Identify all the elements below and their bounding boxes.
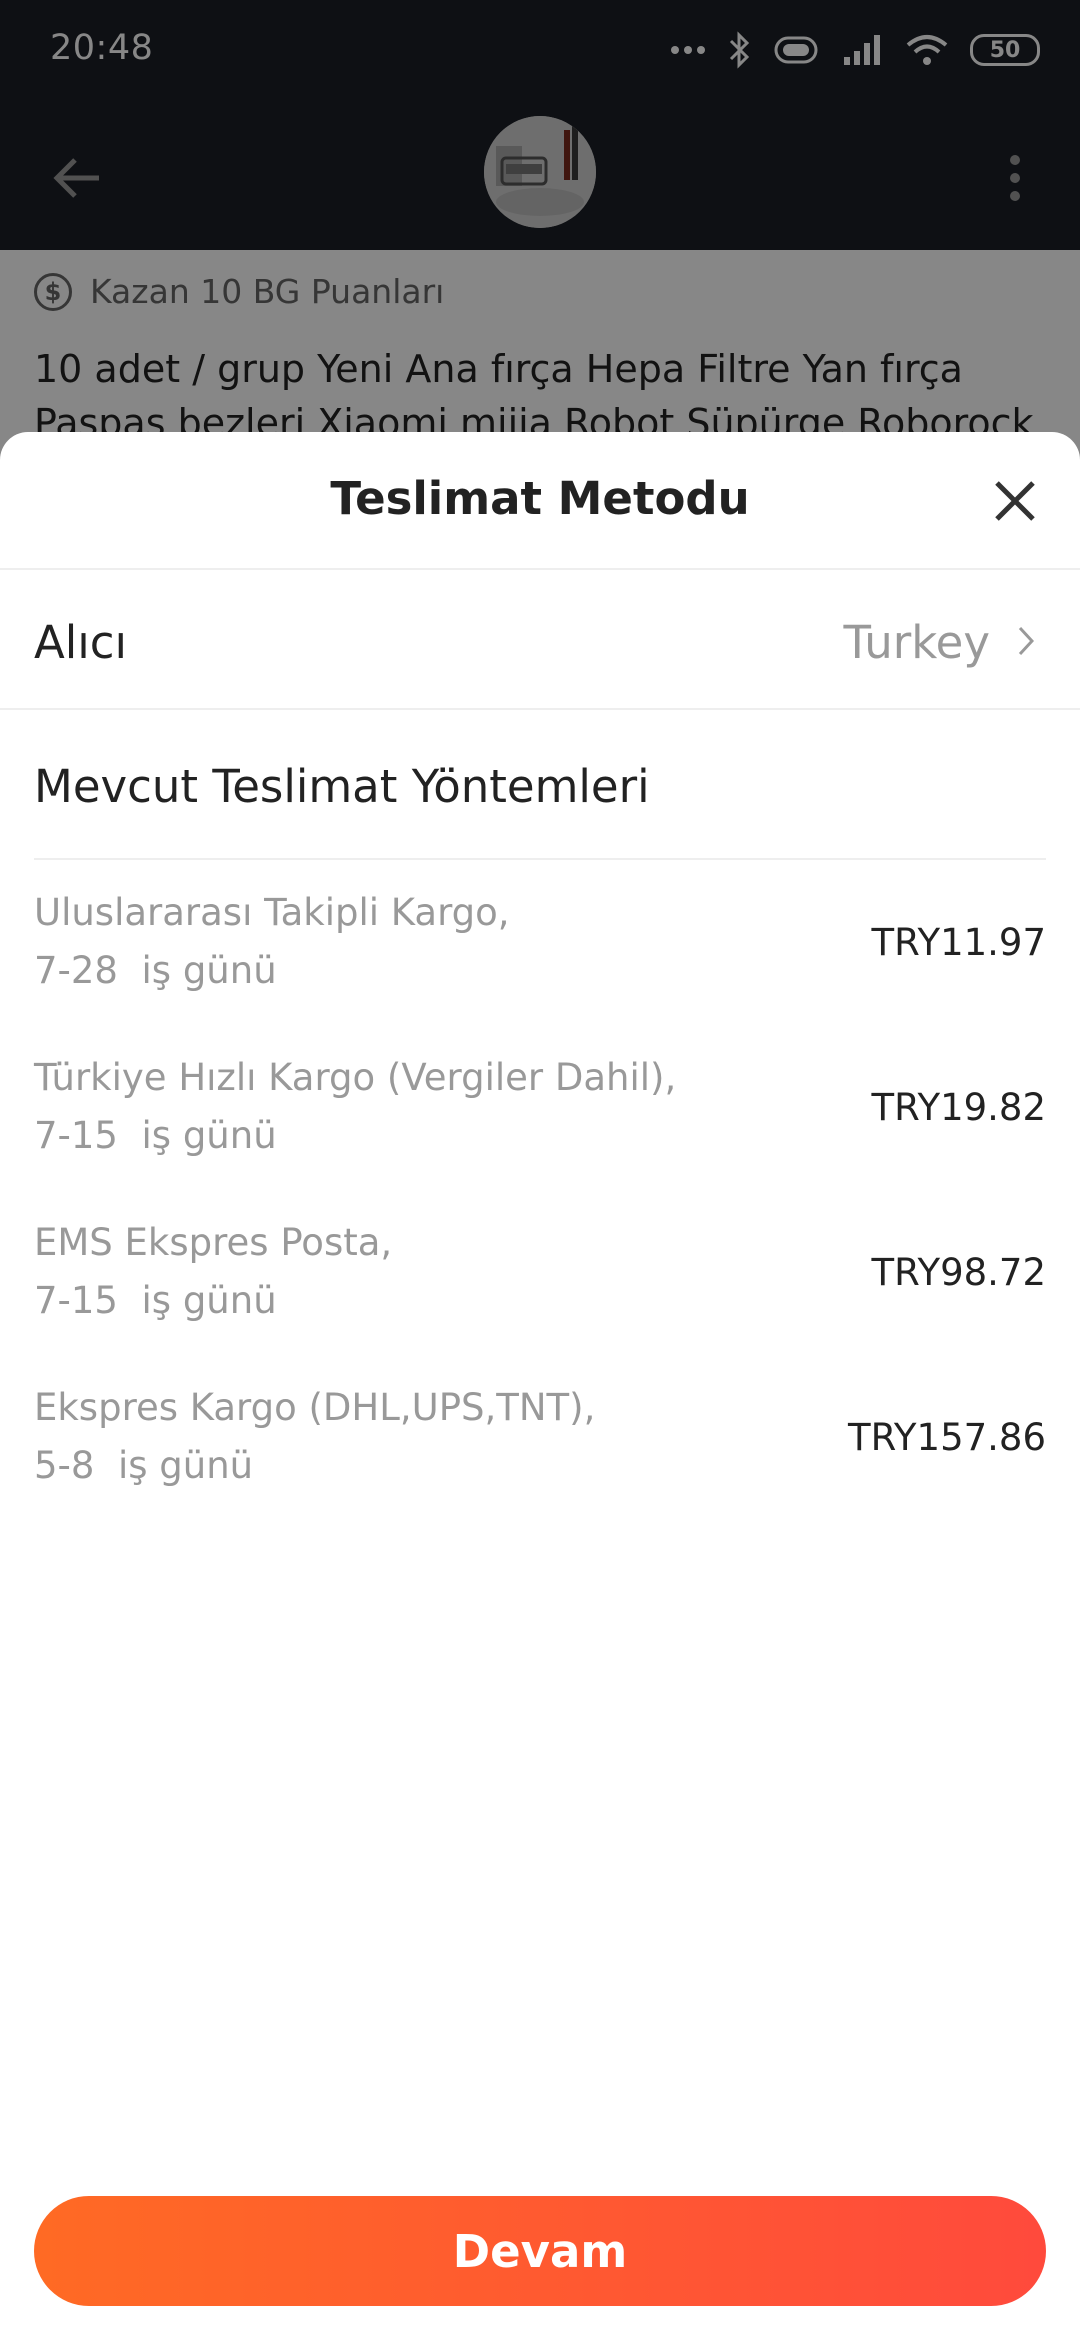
chevron-right-icon [1018, 626, 1035, 660]
method-days: 5-8 iş günü [34, 1444, 254, 1487]
sheet-title: Teslimat Metodu [330, 472, 750, 525]
shipping-method-item[interactable]: EMS Ekspres Posta, 7-15 iş günü TRY98.72 [0, 1214, 1080, 1379]
shipping-method-item[interactable]: Uluslararası Takipli Kargo, 7-28 iş günü… [0, 884, 1080, 1049]
method-name: EMS Ekspres Posta, [34, 1221, 393, 1264]
recipient-row[interactable]: Alıcı Turkey [0, 572, 1080, 710]
method-days: 7-28 iş günü [34, 949, 277, 992]
delivery-method-sheet: Teslimat Metodu Alıcı Turkey Mevcut Tesl… [0, 432, 1080, 2340]
shipping-method-list: Uluslararası Takipli Kargo, 7-28 iş günü… [0, 884, 1080, 1544]
divider [34, 858, 1046, 860]
method-days: 7-15 iş günü [34, 1279, 277, 1322]
method-price: TRY157.86 [847, 1416, 1046, 1459]
recipient-country: Turkey [843, 616, 990, 669]
method-name: Türkiye Hızlı Kargo (Vergiler Dahil), [34, 1056, 677, 1099]
method-name: Uluslararası Takipli Kargo, [34, 891, 510, 934]
recipient-label: Alıcı [34, 616, 128, 669]
sheet-header: Teslimat Metodu [0, 432, 1080, 570]
continue-button[interactable]: Devam [34, 2196, 1046, 2306]
method-price: TRY11.97 [871, 921, 1046, 964]
methods-heading: Mevcut Teslimat Yöntemleri [34, 760, 650, 813]
shipping-method-item[interactable]: Ekspres Kargo (DHL,UPS,TNT), 5-8 iş günü… [0, 1379, 1080, 1544]
method-name: Ekspres Kargo (DHL,UPS,TNT), [34, 1386, 596, 1429]
method-days: 7-15 iş günü [34, 1114, 277, 1157]
method-price: TRY98.72 [871, 1251, 1046, 1294]
shipping-method-item[interactable]: Türkiye Hızlı Kargo (Vergiler Dahil), 7-… [0, 1049, 1080, 1214]
close-icon [995, 481, 1035, 521]
method-price: TRY19.82 [871, 1086, 1046, 1129]
close-button[interactable] [986, 472, 1044, 530]
